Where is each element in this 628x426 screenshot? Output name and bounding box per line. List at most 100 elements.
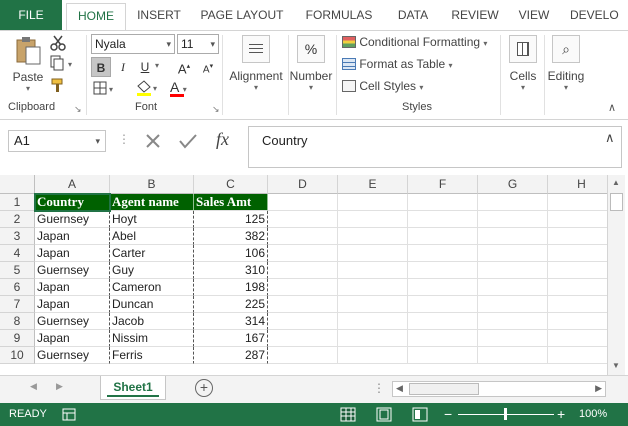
formula-input[interactable]: Country: [248, 126, 622, 168]
table-cell[interactable]: Abel: [110, 228, 194, 245]
grow-font-button[interactable]: A▴: [174, 57, 194, 77]
table-cell[interactable]: Guernsey: [35, 313, 110, 330]
copy-icon[interactable]: ▾: [50, 55, 76, 71]
number-button[interactable]: % Number ▾: [289, 35, 333, 97]
empty-cell[interactable]: [548, 347, 616, 364]
font-color-button[interactable]: A ▾: [170, 79, 196, 97]
worksheet-grid[interactable]: A B C D E F G H 1 Country Agent name Sales Amt 2 Guer…: [0, 175, 628, 375]
table-cell[interactable]: Duncan: [110, 296, 194, 313]
font-name-combo[interactable]: Nyala ▾: [91, 34, 175, 54]
table-cell[interactable]: Japan: [35, 245, 110, 262]
empty-cell[interactable]: [408, 330, 478, 347]
shrink-font-button[interactable]: A▾: [198, 57, 218, 77]
scroll-down-icon[interactable]: ▼: [612, 361, 620, 370]
row-header-7[interactable]: 7: [0, 296, 35, 313]
table-cell[interactable]: 198: [194, 279, 268, 296]
empty-cell[interactable]: [338, 245, 408, 262]
format-as-table-button[interactable]: Format as Table ▾: [342, 57, 453, 71]
empty-cell[interactable]: [338, 330, 408, 347]
table-cell[interactable]: 382: [194, 228, 268, 245]
cancel-icon[interactable]: [144, 132, 162, 150]
column-header-a[interactable]: A: [35, 175, 110, 194]
table-cell[interactable]: 106: [194, 245, 268, 262]
table-cell[interactable]: Japan: [35, 296, 110, 313]
empty-cell[interactable]: [408, 347, 478, 364]
table-cell[interactable]: Nissim: [110, 330, 194, 347]
row-header-2[interactable]: 2: [0, 211, 35, 228]
tab-data[interactable]: DATA: [388, 0, 438, 30]
empty-cell[interactable]: [408, 245, 478, 262]
tab-split-grip-icon[interactable]: ⋮: [373, 381, 385, 395]
horizontal-scrollbar[interactable]: ◀ ▶: [392, 381, 606, 397]
empty-cell[interactable]: [408, 313, 478, 330]
macro-record-icon[interactable]: [62, 408, 76, 421]
empty-cell[interactable]: [338, 211, 408, 228]
empty-cell[interactable]: [478, 296, 548, 313]
clipboard-launcher-icon[interactable]: ↘: [74, 104, 82, 115]
empty-cell[interactable]: [478, 330, 548, 347]
enter-check-icon[interactable]: [178, 132, 198, 150]
empty-cell[interactable]: [548, 228, 616, 245]
empty-cell[interactable]: [408, 279, 478, 296]
empty-cell[interactable]: [268, 262, 338, 279]
empty-cell[interactable]: [548, 245, 616, 262]
column-header-e[interactable]: E: [338, 175, 408, 194]
expand-formula-bar-icon[interactable]: ∧: [605, 130, 615, 146]
tab-file[interactable]: FILE: [0, 0, 62, 30]
zoom-slider-thumb[interactable]: [504, 408, 507, 420]
table-cell[interactable]: Ferris: [110, 347, 194, 364]
empty-cell[interactable]: [478, 347, 548, 364]
row-header-3[interactable]: 3: [0, 228, 35, 245]
sheet-tab-sheet1[interactable]: Sheet1: [100, 376, 166, 400]
table-cell[interactable]: 314: [194, 313, 268, 330]
empty-cell[interactable]: [338, 296, 408, 313]
empty-cell[interactable]: [548, 211, 616, 228]
row-header-9[interactable]: 9: [0, 330, 35, 347]
empty-cell[interactable]: [408, 296, 478, 313]
table-cell[interactable]: 225: [194, 296, 268, 313]
empty-cell[interactable]: [478, 279, 548, 296]
empty-cell[interactable]: [338, 347, 408, 364]
row-header-10[interactable]: 10: [0, 347, 35, 364]
scroll-right-icon[interactable]: ▶: [595, 383, 602, 394]
alignment-button[interactable]: Alignment ▾: [226, 35, 286, 97]
empty-cell[interactable]: [338, 262, 408, 279]
borders-icon[interactable]: ▾: [93, 81, 117, 97]
bold-button[interactable]: B: [91, 57, 111, 77]
vertical-scrollbar[interactable]: ▲ ▼: [607, 175, 625, 375]
tab-view[interactable]: VIEW: [512, 0, 556, 30]
table-header-cell[interactable]: Sales Amt: [194, 194, 268, 211]
conditional-formatting-button[interactable]: Conditional Formatting ▾: [342, 35, 487, 49]
empty-cell[interactable]: [548, 194, 616, 211]
empty-cell[interactable]: [338, 279, 408, 296]
tab-developer[interactable]: DEVELO: [570, 0, 628, 30]
table-cell[interactable]: 125: [194, 211, 268, 228]
empty-cell[interactable]: [478, 228, 548, 245]
empty-cell[interactable]: [548, 262, 616, 279]
next-sheet-icon[interactable]: ▶: [56, 381, 63, 392]
empty-cell[interactable]: [268, 228, 338, 245]
row-header-1[interactable]: 1: [0, 194, 35, 211]
tab-home[interactable]: HOME: [66, 3, 126, 31]
scroll-left-icon[interactable]: ◀: [396, 383, 403, 394]
table-header-cell[interactable]: Agent name: [110, 194, 194, 211]
table-cell[interactable]: Cameron: [110, 279, 194, 296]
table-cell[interactable]: Jacob: [110, 313, 194, 330]
insert-function-icon[interactable]: fx: [216, 129, 229, 150]
cells-button[interactable]: Cells ▾: [503, 35, 543, 97]
empty-cell[interactable]: [268, 194, 338, 211]
paste-button[interactable]: Paste ▾: [8, 35, 48, 97]
font-size-combo[interactable]: 11 ▾: [177, 34, 219, 54]
row-header-8[interactable]: 8: [0, 313, 35, 330]
normal-view-icon[interactable]: [340, 407, 356, 422]
cell-styles-button[interactable]: Cell Styles ▾: [342, 79, 423, 93]
empty-cell[interactable]: [478, 245, 548, 262]
name-box[interactable]: A1 ▾: [8, 130, 106, 152]
empty-cell[interactable]: [548, 279, 616, 296]
column-header-f[interactable]: F: [408, 175, 478, 194]
cut-icon[interactable]: [50, 35, 66, 51]
empty-cell[interactable]: [268, 296, 338, 313]
tab-page-layout[interactable]: PAGE LAYOUT: [196, 0, 288, 30]
tab-formulas[interactable]: FORMULAS: [298, 0, 380, 30]
font-launcher-icon[interactable]: ↘: [212, 104, 220, 115]
